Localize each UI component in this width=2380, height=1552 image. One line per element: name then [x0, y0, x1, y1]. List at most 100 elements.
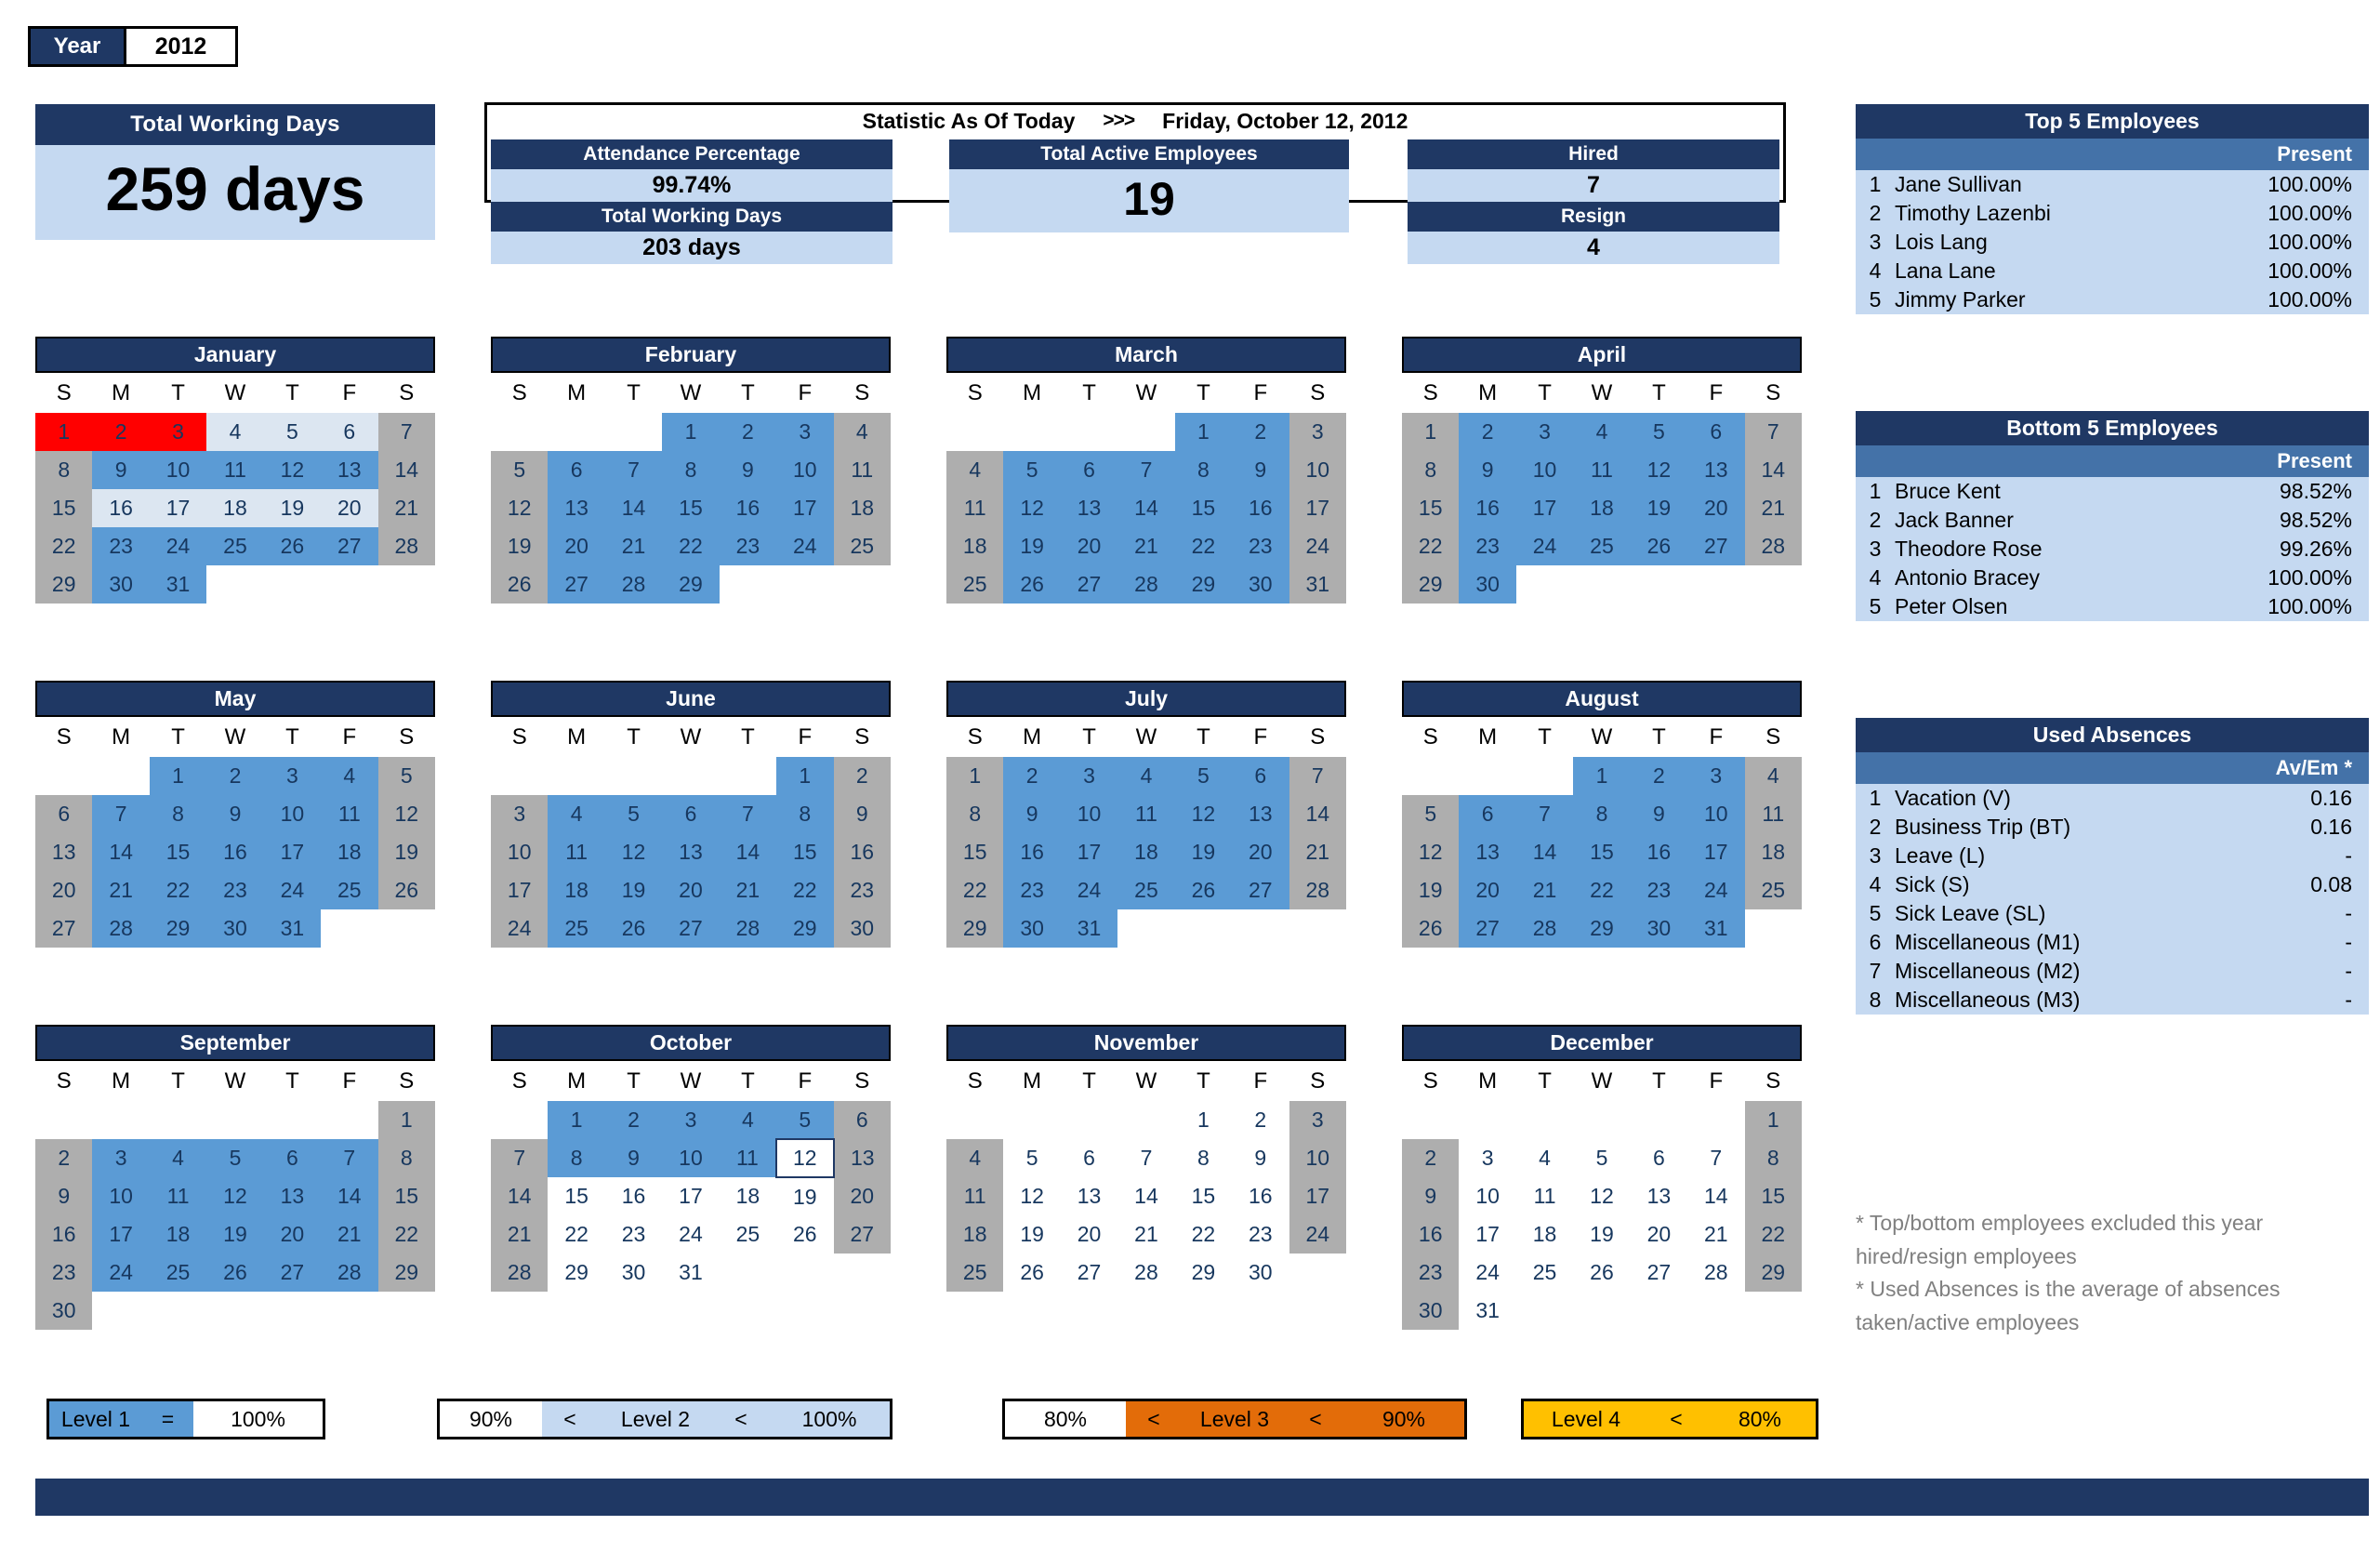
calendar-day-cell[interactable]: 21 — [1515, 871, 1574, 909]
calendar-day-cell[interactable]: 21 — [1289, 833, 1346, 871]
calendar-day-cell[interactable]: 4 — [946, 451, 1004, 489]
calendar-day-cell[interactable]: 28 — [1515, 909, 1574, 948]
calendar-day-cell[interactable]: 13 — [1459, 833, 1516, 871]
calendar-day-cell[interactable]: 13 — [662, 833, 720, 871]
calendar-day-cell[interactable]: 2 — [206, 757, 264, 795]
calendar-day-cell[interactable]: 24 — [263, 871, 322, 909]
calendar-day-cell[interactable]: 18 — [1515, 1215, 1574, 1254]
calendar-day-cell[interactable]: 9 — [1630, 795, 1688, 833]
calendar-day-cell[interactable]: 10 — [149, 451, 207, 489]
calendar-day-cell[interactable]: 5 — [1003, 451, 1061, 489]
calendar-day-cell[interactable]: 12 — [604, 833, 663, 871]
calendar-day-cell[interactable]: 1 — [548, 1101, 605, 1139]
calendar-day-cell[interactable]: 26 — [1630, 527, 1688, 565]
calendar-day-cell[interactable]: 28 — [719, 909, 777, 948]
calendar-day-cell[interactable]: 31 — [1687, 909, 1745, 948]
calendar-day-cell[interactable]: 5 — [491, 451, 549, 489]
calendar-day-cell[interactable]: 8 — [1744, 1139, 1802, 1177]
calendar-day-cell[interactable]: 7 — [1117, 451, 1175, 489]
calendar-day-cell[interactable]: 14 — [321, 1177, 378, 1215]
calendar-day-cell[interactable]: 15 — [776, 833, 834, 871]
calendar-day-cell[interactable]: 31 — [149, 565, 207, 604]
calendar-day-cell[interactable]: 16 — [92, 489, 150, 527]
calendar-day-cell[interactable]: 30 — [604, 1254, 663, 1292]
calendar-day-cell[interactable]: 10 — [1687, 795, 1745, 833]
calendar-day-cell[interactable]: 15 — [1174, 489, 1233, 527]
calendar-day-cell[interactable]: 26 — [491, 565, 549, 604]
calendar-day-cell[interactable]: 27 — [548, 565, 605, 604]
calendar-day-cell[interactable]: 3 — [1515, 413, 1574, 451]
calendar-day-cell[interactable]: 9 — [1232, 451, 1289, 489]
calendar-day-cell[interactable]: 11 — [1515, 1177, 1574, 1215]
calendar-day-cell[interactable]: 20 — [1060, 527, 1118, 565]
calendar-day-cell[interactable]: 29 — [1573, 909, 1631, 948]
calendar-day-cell[interactable]: 14 — [1515, 833, 1574, 871]
calendar-day-cell[interactable]: 9 — [1459, 451, 1516, 489]
calendar-day-cell[interactable]: 30 — [1003, 909, 1061, 948]
calendar-day-cell[interactable]: 6 — [1459, 795, 1516, 833]
calendar-day-cell[interactable]: 23 — [1232, 1215, 1289, 1254]
calendar-day-cell[interactable]: 4 — [1573, 413, 1631, 451]
calendar-day-cell[interactable]: 17 — [776, 489, 834, 527]
calendar-day-cell[interactable]: 2 — [1232, 413, 1289, 451]
calendar-day-cell[interactable]: 22 — [662, 527, 720, 565]
calendar-day-cell[interactable]: 21 — [491, 1215, 549, 1254]
calendar-day-cell[interactable]: 1 — [1402, 413, 1460, 451]
calendar-day-cell[interactable]: 7 — [377, 413, 435, 451]
calendar-day-cell[interactable]: 18 — [833, 489, 891, 527]
calendar-day-cell[interactable]: 17 — [1687, 833, 1745, 871]
calendar-day-cell[interactable]: 4 — [833, 413, 891, 451]
calendar-day-cell[interactable]: 15 — [149, 833, 207, 871]
calendar-day-cell[interactable]: 2 — [833, 757, 891, 795]
calendar-day-cell[interactable]: 14 — [377, 451, 435, 489]
calendar-day-cell[interactable]: 27 — [662, 909, 720, 948]
calendar-day-cell[interactable]: 11 — [548, 833, 605, 871]
calendar-day-cell[interactable]: 16 — [1232, 489, 1289, 527]
calendar-day-cell[interactable]: 27 — [1232, 871, 1289, 909]
calendar-day-cell[interactable]: 24 — [1289, 1215, 1346, 1254]
calendar-day-cell[interactable]: 5 — [377, 757, 435, 795]
calendar-day-cell[interactable]: 2 — [35, 1139, 93, 1177]
calendar-day-cell[interactable]: 11 — [946, 489, 1004, 527]
calendar-day-cell[interactable]: 2 — [1459, 413, 1516, 451]
calendar-day-cell[interactable]: 15 — [35, 489, 93, 527]
calendar-day-cell[interactable]: 23 — [1630, 871, 1688, 909]
calendar-day-cell[interactable]: 9 — [1402, 1177, 1460, 1215]
calendar-day-cell[interactable]: 14 — [1117, 1177, 1175, 1215]
calendar-day-cell[interactable]: 8 — [776, 795, 834, 833]
calendar-day-cell[interactable]: 14 — [1289, 795, 1346, 833]
calendar-day-cell[interactable]: 11 — [1117, 795, 1175, 833]
calendar-day-cell[interactable]: 19 — [1573, 1215, 1631, 1254]
calendar-day-cell[interactable]: 7 — [1744, 413, 1802, 451]
calendar-day-cell[interactable]: 11 — [149, 1177, 207, 1215]
calendar-day-cell[interactable]: 5 — [776, 1101, 834, 1139]
calendar-day-cell[interactable]: 30 — [1232, 565, 1289, 604]
calendar-day-cell[interactable]: 1 — [1744, 1101, 1802, 1139]
calendar-day-cell[interactable]: 1 — [662, 413, 720, 451]
calendar-day-cell[interactable]: 16 — [719, 489, 777, 527]
calendar-day-cell[interactable]: 5 — [1630, 413, 1688, 451]
calendar-day-cell[interactable]: 30 — [1402, 1292, 1460, 1330]
calendar-day-cell[interactable]: 26 — [263, 527, 322, 565]
calendar-day-cell[interactable]: 1 — [1174, 413, 1233, 451]
calendar-day-cell[interactable]: 24 — [149, 527, 207, 565]
calendar-day-cell[interactable]: 22 — [776, 871, 834, 909]
calendar-day-cell[interactable]: 4 — [149, 1139, 207, 1177]
calendar-day-cell[interactable]: 9 — [35, 1177, 93, 1215]
calendar-day-cell[interactable]: 18 — [321, 833, 378, 871]
calendar-day-cell[interactable]: 26 — [1174, 871, 1233, 909]
year-selector[interactable]: Year 2012 — [28, 26, 238, 67]
calendar-day-cell[interactable]: 7 — [92, 795, 150, 833]
calendar-day-cell[interactable]: 1 — [377, 1101, 435, 1139]
calendar-day-cell[interactable]: 28 — [1744, 527, 1802, 565]
calendar-day-cell[interactable]: 31 — [1060, 909, 1118, 948]
calendar-day-cell[interactable]: 27 — [1459, 909, 1516, 948]
calendar-day-cell[interactable]: 8 — [1573, 795, 1631, 833]
calendar-day-cell[interactable]: 14 — [719, 833, 777, 871]
calendar-day-cell[interactable]: 2 — [1003, 757, 1061, 795]
calendar-day-cell[interactable]: 26 — [377, 871, 435, 909]
calendar-day-cell[interactable]: 18 — [1573, 489, 1631, 527]
calendar-day-cell[interactable]: 25 — [1573, 527, 1631, 565]
calendar-day-cell[interactable]: 13 — [1687, 451, 1745, 489]
calendar-day-cell[interactable]: 14 — [604, 489, 663, 527]
